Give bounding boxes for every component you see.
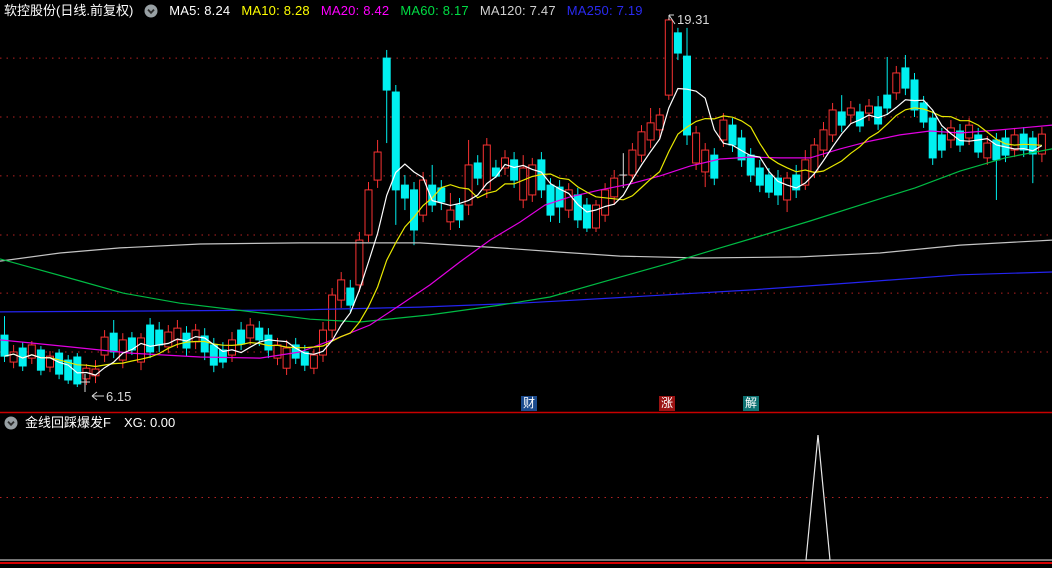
watermark-badge: 涨	[659, 396, 675, 411]
main-chart-header: 软控股份(日线.前复权) MA5: 8.24 MA10: 8.28 MA20: …	[4, 3, 643, 19]
ma250-label: MA250: 7.19	[566, 3, 643, 18]
ma120-label: MA120: 7.47	[479, 3, 556, 18]
candlestick-chart-canvas[interactable]: 19.31 6.15	[0, 0, 1052, 568]
svg-text:19.31: 19.31	[677, 12, 710, 27]
chevron-down-icon[interactable]	[4, 416, 18, 430]
indicator-name: 金线回踩爆发F	[25, 415, 111, 430]
ma10-label: MA10: 8.28	[241, 3, 310, 18]
indicator-panel-header: 金线回踩爆发F XG: 0.00	[4, 415, 175, 431]
ma60-label: MA60: 8.17	[400, 3, 469, 18]
ma5-label: MA5: 8.24	[169, 3, 231, 18]
svg-text:6.15: 6.15	[106, 389, 131, 404]
stock-title: 软控股份(日线.前复权)	[4, 3, 134, 18]
watermark-badge: 财	[521, 396, 537, 411]
stock-chart-window: 19.31 6.15 软控股份(日线.前复权) MA5: 8.24 MA10: 8…	[0, 0, 1052, 568]
chevron-down-icon[interactable]	[144, 4, 158, 18]
watermark-badge: 解	[743, 396, 759, 411]
indicator-value: XG: 0.00	[123, 415, 176, 430]
ma20-label: MA20: 8.42	[320, 3, 390, 18]
